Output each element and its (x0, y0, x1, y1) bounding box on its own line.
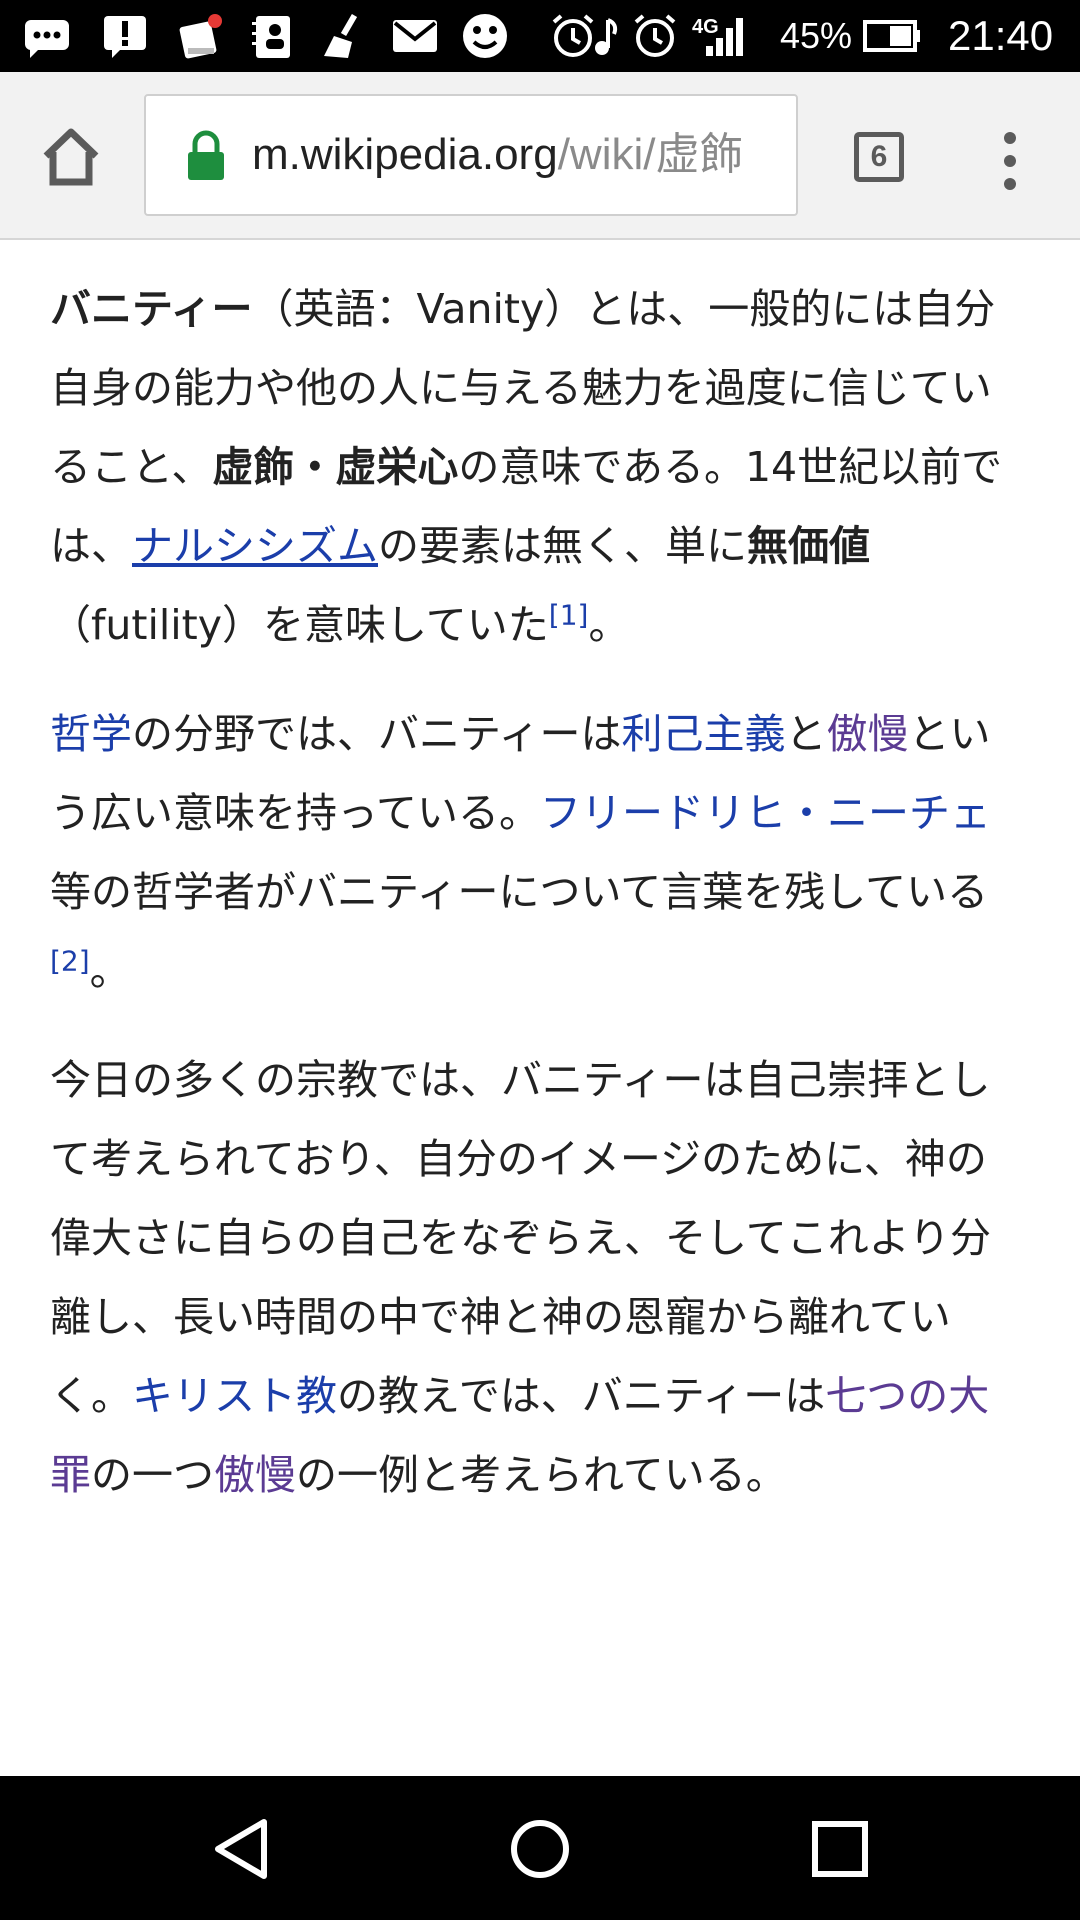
bold-term: 虚飾・虚栄心 (212, 443, 459, 491)
link-pride[interactable]: 傲慢 (214, 1451, 296, 1499)
paragraph-intro: バニティー（英語：Vanity）とは、一般的には自分自身の能力や他の人に与える魅… (50, 285, 1003, 649)
clipboard-icon (179, 14, 222, 59)
article-term: バニティー (50, 285, 253, 333)
link-narcissism[interactable]: ナルシシズム (132, 522, 378, 570)
broom-icon (324, 13, 358, 58)
clock: 21:40 (948, 12, 1054, 59)
back-icon[interactable] (206, 1814, 276, 1884)
home-nav-icon[interactable] (505, 1814, 575, 1884)
citation-link[interactable]: [1] (549, 598, 589, 631)
article-body: バニティー（英語：Vanity）とは、一般的には自分自身の能力や他の人に与える魅… (50, 270, 1020, 1545)
tab-switcher-button[interactable]: 6 (854, 132, 904, 182)
alert-icon (104, 16, 146, 58)
signal-icon (706, 18, 743, 56)
link-christianity[interactable]: キリスト教 (132, 1372, 337, 1420)
overflow-menu-icon[interactable] (990, 128, 1030, 194)
url-text[interactable]: m.wikipedia.org/wiki/虚飾 (252, 96, 780, 214)
link-pride[interactable]: 傲慢 (827, 710, 909, 758)
link-nietzsche[interactable]: フリードリヒ・ニーチェ (540, 789, 991, 837)
recents-icon[interactable] (805, 1814, 875, 1884)
bold-term: 無価値 (747, 522, 870, 570)
system-navigation-bar (0, 1776, 1080, 1920)
home-icon[interactable] (38, 124, 104, 190)
paragraph-philosophy: 哲学の分野では、バニティーは利己主義と傲慢という広い意味を持っている。フリードリ… (50, 710, 991, 995)
link-philosophy[interactable]: 哲学 (50, 710, 132, 758)
address-bar[interactable]: m.wikipedia.org/wiki/虚飾 (144, 94, 798, 216)
paragraph-religion: 今日の多くの宗教では、バニティーは自己崇拝として考えられており、自分のイメージの… (50, 1056, 991, 1499)
contacts-icon (252, 16, 290, 58)
face-icon (463, 14, 507, 58)
battery-percent: 45% (780, 15, 853, 56)
alarm-icon (634, 14, 676, 57)
status-bar: 4G 45% 21:40 (0, 0, 1080, 72)
citation-link[interactable]: [2] (50, 944, 90, 977)
url-host: m.wikipedia.org (252, 130, 558, 179)
link-egoism[interactable]: 利己主義 (622, 710, 786, 758)
music-icon (595, 18, 618, 55)
chat-icon (25, 20, 69, 58)
browser-toolbar: m.wikipedia.org/wiki/虚飾 6 (0, 72, 1080, 240)
url-path: /wiki/虚飾 (557, 130, 744, 179)
lock-icon (188, 130, 224, 180)
mail-icon (393, 20, 437, 52)
battery-icon (863, 20, 920, 52)
